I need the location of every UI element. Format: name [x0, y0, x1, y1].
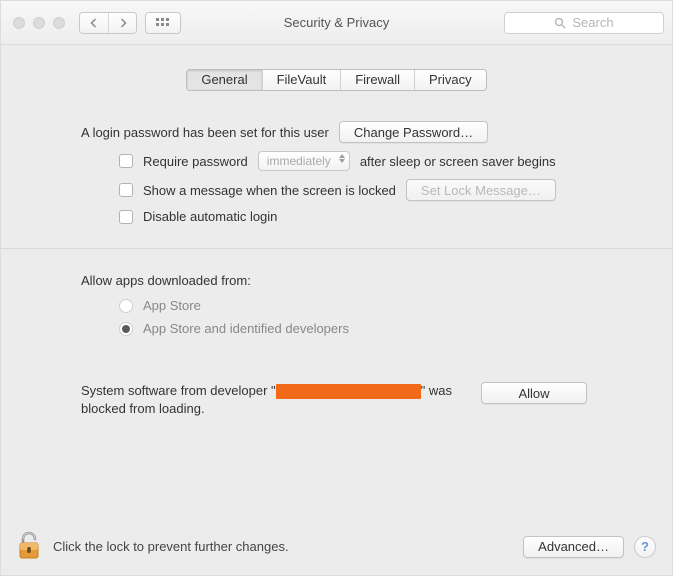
show-message-label: Show a message when the screen is locked: [143, 183, 396, 198]
disable-auto-login-row: Disable automatic login: [119, 209, 642, 224]
tabs: General FileVault Firewall Privacy: [186, 69, 486, 91]
tab-general[interactable]: General: [187, 70, 261, 90]
footer: Click the lock to prevent further change…: [17, 530, 656, 563]
show-message-row: Show a message when the screen is locked…: [119, 179, 642, 201]
show-all-button[interactable]: [145, 12, 181, 34]
radio-app-store-identified[interactable]: [119, 322, 133, 336]
search-placeholder: Search: [572, 15, 613, 30]
preferences-window: Security & Privacy Search General FileVa…: [0, 0, 673, 576]
minimize-window-button[interactable]: [33, 17, 45, 29]
nav-back-forward: [79, 12, 137, 34]
set-lock-message-button: Set Lock Message…: [406, 179, 556, 201]
require-password-row: Require password immediately after sleep…: [119, 151, 642, 171]
allow-button[interactable]: Allow: [481, 382, 587, 404]
gatekeeper-option-appstore: App Store: [119, 298, 642, 313]
lock-text: Click the lock to prevent further change…: [53, 539, 289, 554]
change-password-button[interactable]: Change Password…: [339, 121, 488, 143]
content: A login password has been set for this u…: [1, 91, 672, 418]
login-password-row: A login password has been set for this u…: [81, 121, 642, 143]
disable-auto-login-checkbox[interactable]: [119, 210, 133, 224]
developer-name-redacted: [276, 384, 421, 399]
login-password-summary: A login password has been set for this u…: [81, 125, 329, 140]
window-controls: [9, 17, 65, 29]
tabs-container: General FileVault Firewall Privacy: [1, 45, 672, 91]
zoom-window-button[interactable]: [53, 17, 65, 29]
require-password-delay-select[interactable]: immediately: [258, 151, 350, 171]
search-input[interactable]: Search: [504, 12, 664, 34]
require-password-checkbox[interactable]: [119, 154, 133, 168]
require-password-suffix: after sleep or screen saver begins: [360, 154, 556, 169]
close-window-button[interactable]: [13, 17, 25, 29]
tab-privacy[interactable]: Privacy: [414, 70, 486, 90]
help-button[interactable]: ?: [634, 536, 656, 558]
toolbar: Security & Privacy Search: [1, 1, 672, 45]
radio-app-store[interactable]: [119, 299, 133, 313]
stepper-arrows-icon: [339, 154, 345, 163]
back-button[interactable]: [80, 13, 108, 33]
advanced-button[interactable]: Advanced…: [523, 536, 624, 558]
disable-auto-login-label: Disable automatic login: [143, 209, 277, 224]
blocked-software-row: System software from developer "" was bl…: [81, 382, 642, 418]
require-password-label: Require password: [143, 154, 248, 169]
gatekeeper-heading: Allow apps downloaded from:: [81, 269, 642, 288]
tab-filevault[interactable]: FileVault: [262, 70, 341, 90]
forward-button[interactable]: [108, 13, 136, 33]
lock-icon[interactable]: [17, 530, 43, 563]
blocked-software-text: System software from developer "" was bl…: [81, 382, 461, 418]
gatekeeper-option-identified: App Store and identified developers: [119, 321, 642, 336]
tab-firewall[interactable]: Firewall: [340, 70, 414, 90]
section-divider: [1, 248, 672, 249]
show-message-checkbox[interactable]: [119, 183, 133, 197]
